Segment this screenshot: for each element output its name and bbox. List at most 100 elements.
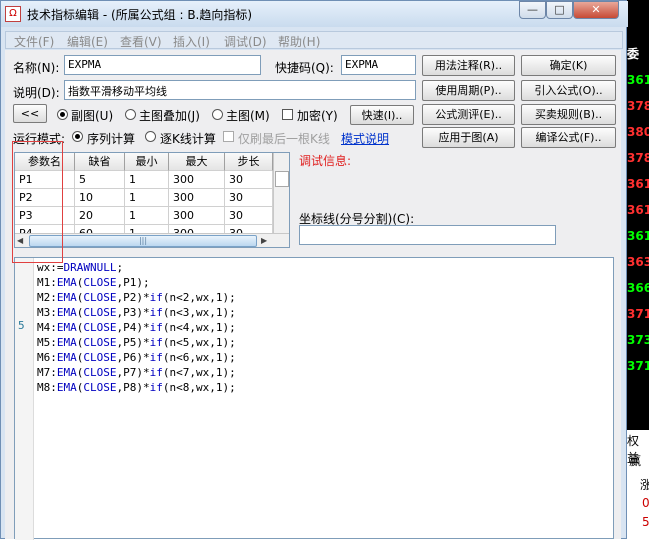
params-cell[interactable]: 30 xyxy=(225,189,273,207)
params-vertical-scrollbar[interactable] xyxy=(273,153,289,233)
axis-lines-input[interactable] xyxy=(299,225,556,245)
menu-debug[interactable]: 调试(D) xyxy=(224,33,267,50)
code-token: (n<4,wx,1); xyxy=(162,321,236,334)
code-token: (n<2,wx,1); xyxy=(162,291,236,304)
params-cell[interactable]: 1 xyxy=(125,207,169,225)
code-token: ,P2)* xyxy=(116,291,150,304)
overlay-radio-label: 主图叠加(J) xyxy=(139,109,200,123)
confirm-button[interactable]: 确定(K) xyxy=(521,55,616,76)
title-bar[interactable]: Ω 技术指标编辑 - (所属公式组 : B.趋向指标) — □ ✕ xyxy=(1,1,628,27)
code-token: M3: xyxy=(37,306,57,319)
code-line[interactable]: wx:=DRAWNULL; xyxy=(37,260,123,275)
params-cell[interactable]: 300 xyxy=(169,189,225,207)
quick-button[interactable]: 快速(I).. xyxy=(350,105,414,125)
main-chart-radio[interactable] xyxy=(212,109,223,120)
maximize-button[interactable]: □ xyxy=(546,1,573,19)
params-cell[interactable]: 10 xyxy=(75,189,125,207)
code-line[interactable]: M1:EMA(CLOSE,P1); xyxy=(37,275,150,290)
menu-help[interactable]: 帮助(H) xyxy=(278,33,320,50)
window-title: 技术指标编辑 - (所属公式组 : B.趋向指标) xyxy=(27,8,253,22)
params-row[interactable]: P2 10 1 300 30 xyxy=(15,189,273,207)
code-line[interactable]: M8:EMA(CLOSE,P8)*if(n<8,wx,1); xyxy=(37,380,236,395)
last-kline-checkbox[interactable] xyxy=(223,131,234,142)
background-price-number: 371 xyxy=(627,359,649,373)
shortcut-input[interactable]: EXPMA xyxy=(341,55,416,75)
formula-test-button[interactable]: 公式测评(E).. xyxy=(422,104,515,125)
background-price-number: 361 xyxy=(627,177,649,191)
code-token: CLOSE xyxy=(83,366,117,379)
params-row[interactable]: P3 20 1 300 30 xyxy=(15,207,273,225)
background-lower-label-2: 赢 xyxy=(629,454,642,468)
kline-calc-radio[interactable] xyxy=(145,131,156,142)
params-row[interactable]: P1 5 1 300 30 xyxy=(15,171,273,189)
use-period-button[interactable]: 使用周期(P).. xyxy=(422,80,515,101)
code-token: ,P3)* xyxy=(116,306,150,319)
params-cell[interactable]: P2 xyxy=(15,189,75,207)
collapse-button[interactable]: << xyxy=(13,104,47,123)
params-cell[interactable]: 5 xyxy=(75,171,125,189)
usage-note-button[interactable]: 用法注释(R).. xyxy=(422,55,515,76)
import-formula-button[interactable]: 引入公式(O).. xyxy=(521,80,616,101)
code-token: (n<3,wx,1); xyxy=(162,306,236,319)
code-line[interactable]: M4:EMA(CLOSE,P4)*if(n<4,wx,1); xyxy=(37,320,236,335)
params-horizontal-scrollbar[interactable]: ◀ ||| ▶ xyxy=(15,233,289,247)
serial-calc-label: 序列计算 xyxy=(87,132,136,146)
overlay-radio[interactable] xyxy=(125,109,136,120)
minimize-button[interactable]: — xyxy=(519,1,546,19)
params-cell[interactable]: 300 xyxy=(169,207,225,225)
line-number-marker: 5 xyxy=(18,319,25,332)
compile-formula-button[interactable]: 编译公式(F).. xyxy=(521,127,616,148)
code-token: (n<5,wx,1); xyxy=(162,336,236,349)
params-cell[interactable]: 1 xyxy=(125,189,169,207)
code-token: M6: xyxy=(37,351,57,364)
last-kline-label: 仅刷最后一根K线 xyxy=(238,132,330,146)
code-token: if xyxy=(149,321,163,334)
code-token: EMA xyxy=(56,336,77,349)
scroll-right-icon[interactable]: ▶ xyxy=(261,236,267,245)
background-price-number: 380 xyxy=(627,125,649,139)
apply-to-chart-button[interactable]: 应用于图(A) xyxy=(422,127,515,148)
code-line[interactable]: M2:EMA(CLOSE,P2)*if(n<2,wx,1); xyxy=(37,290,236,305)
menu-insert[interactable]: 插入(I) xyxy=(173,33,210,50)
code-token: (n<7,wx,1); xyxy=(162,366,236,379)
background-price-number: 363 xyxy=(627,255,649,269)
menu-view[interactable]: 查看(V) xyxy=(120,33,162,50)
close-button[interactable]: ✕ xyxy=(573,1,619,19)
code-line[interactable]: M7:EMA(CLOSE,P7)*if(n<7,wx,1); xyxy=(37,365,236,380)
params-cell[interactable]: 20 xyxy=(75,207,125,225)
background-price-number: 366 xyxy=(627,281,649,295)
params-table: 参数名 缺省 最小 最大 步长 P1 5 1 300 30 P2 10 1 300 30 P3 20 1 300 30… xyxy=(14,152,290,248)
code-token: if xyxy=(149,336,163,349)
background-price-number: 361 xyxy=(627,229,649,243)
mode-help-link[interactable]: 模式说明 xyxy=(341,130,389,147)
code-line[interactable]: M6:EMA(CLOSE,P6)*if(n<6,wx,1); xyxy=(37,350,236,365)
params-cell[interactable]: P3 xyxy=(15,207,75,225)
code-line[interactable]: M3:EMA(CLOSE,P3)*if(n<3,wx,1); xyxy=(37,305,236,320)
params-cell[interactable]: 30 xyxy=(225,171,273,189)
menu-edit[interactable]: 编辑(E) xyxy=(67,33,108,50)
name-input[interactable]: EXPMA xyxy=(64,55,261,75)
params-hscroll-thumb[interactable]: ||| xyxy=(29,235,257,247)
params-cell[interactable]: 1 xyxy=(125,171,169,189)
params-header-row: 参数名 缺省 最小 最大 步长 xyxy=(15,153,273,171)
params-cell[interactable]: 30 xyxy=(225,207,273,225)
params-cell[interactable]: P1 xyxy=(15,171,75,189)
menu-file[interactable]: 文件(F) xyxy=(14,33,54,50)
params-cell[interactable]: 300 xyxy=(169,171,225,189)
trade-rules-button[interactable]: 买卖规则(B).. xyxy=(521,104,616,125)
description-input[interactable]: 指数平滑移动平均线 xyxy=(64,80,416,100)
scroll-left-icon[interactable]: ◀ xyxy=(17,236,23,245)
code-token: if xyxy=(149,351,163,364)
subchart-radio[interactable] xyxy=(57,109,68,120)
run-mode-label: 运行模式: xyxy=(13,132,66,146)
params-vscroll-thumb[interactable] xyxy=(275,171,289,187)
code-line[interactable]: M5:EMA(CLOSE,P5)*if(n<5,wx,1); xyxy=(37,335,236,350)
code-token: M4: xyxy=(37,321,57,334)
code-editor[interactable]: 5 wx:=DRAWNULL; M1:EMA(CLOSE,P1); M2:EMA(C… xyxy=(14,257,614,540)
background-lower-label-4: 0 xyxy=(642,496,649,510)
serial-calc-radio[interactable] xyxy=(72,131,83,142)
code-token: (n<6,wx,1); xyxy=(162,351,236,364)
subchart-radio-label: 副图(U) xyxy=(71,109,114,123)
code-token: wx:= xyxy=(37,261,64,274)
encrypt-checkbox[interactable] xyxy=(282,109,293,120)
